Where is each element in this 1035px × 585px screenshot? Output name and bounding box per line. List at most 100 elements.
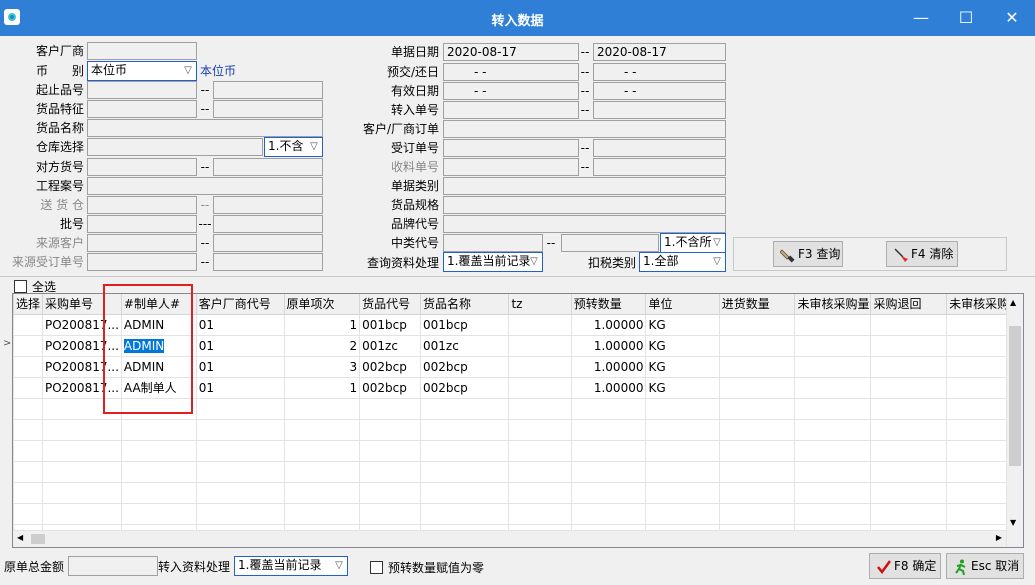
table-row[interactable]: PO200817... AA制单人 01 1 002bcp 002bcp 1.0… xyxy=(13,376,1023,399)
customer-cell[interactable]: 01 xyxy=(195,313,285,336)
table-row[interactable] xyxy=(13,418,1023,441)
counter-item-to[interactable] xyxy=(213,158,323,176)
cell[interactable] xyxy=(718,334,796,357)
item-name-cell[interactable]: 001zc xyxy=(420,334,510,357)
select-all-checkbox[interactable] xyxy=(14,280,27,293)
tz-cell[interactable] xyxy=(508,376,572,399)
scroll-left-icon[interactable]: ◀ xyxy=(17,533,23,542)
currency-select[interactable]: 本位币 ▽ xyxy=(87,61,197,81)
select-cell[interactable] xyxy=(13,376,43,399)
source-customer-to[interactable] xyxy=(213,234,323,252)
source-order-to[interactable] xyxy=(213,253,323,271)
horizontal-scrollbar[interactable]: ◀ ▶ xyxy=(13,530,1006,547)
maker-cell[interactable]: ADMIN xyxy=(120,355,197,378)
customer-cell[interactable]: 01 xyxy=(195,355,285,378)
item-feature-from[interactable] xyxy=(87,100,197,118)
cell[interactable] xyxy=(718,355,796,378)
doc-date-from[interactable]: 2020-08-17 xyxy=(443,43,579,61)
item-code-cell[interactable]: 002bcp xyxy=(359,376,422,399)
start-item-from[interactable] xyxy=(87,81,197,99)
scroll-up-icon[interactable]: ▲ xyxy=(1010,298,1016,307)
table-row[interactable]: PO200817... ADMIN 01 2 001zc 001zc 1.000… xyxy=(13,334,1023,357)
query-proc-select[interactable]: 1.覆盖当前记录 ▽ xyxy=(443,252,543,272)
tz-cell[interactable] xyxy=(508,355,572,378)
doc-type-field[interactable] xyxy=(443,177,726,195)
col-header[interactable]: 未审核采购量 xyxy=(794,294,872,315)
ship-warehouse-from[interactable] xyxy=(87,196,197,214)
transfer-no-to[interactable] xyxy=(593,101,726,119)
clear-button[interactable]: F4 清除 xyxy=(886,241,958,267)
confirm-button[interactable]: F8 确定 xyxy=(869,553,941,579)
close-button[interactable]: ✕ xyxy=(989,0,1035,36)
seq-cell[interactable]: 2 xyxy=(283,334,361,357)
sales-order-from[interactable] xyxy=(443,139,579,157)
delivery-date-from[interactable]: - - xyxy=(443,63,579,81)
cell[interactable] xyxy=(870,334,948,357)
scroll-right-icon[interactable]: ▶ xyxy=(996,533,1002,542)
maker-cell[interactable]: ADMIN xyxy=(120,313,197,336)
transfer-no-from[interactable] xyxy=(443,101,579,119)
unit-cell[interactable]: KG xyxy=(645,313,720,336)
category-to[interactable] xyxy=(561,234,659,252)
maker-cell[interactable]: AA制单人 xyxy=(120,376,197,399)
customer-field[interactable] xyxy=(87,42,197,60)
unit-cell[interactable]: KG xyxy=(645,334,720,357)
zero-qty-checkbox[interactable] xyxy=(370,561,383,574)
item-name-field[interactable] xyxy=(87,119,323,137)
qty-cell[interactable]: 1.00000 xyxy=(570,376,647,399)
col-header[interactable]: 预转数量 xyxy=(570,294,647,315)
customer-order-field[interactable] xyxy=(443,120,726,138)
spec-field[interactable] xyxy=(443,196,726,214)
col-header[interactable]: 原单项次 xyxy=(283,294,361,315)
seq-cell[interactable]: 1 xyxy=(283,376,361,399)
table-row[interactable] xyxy=(13,439,1023,462)
warehouse-field[interactable] xyxy=(87,138,263,156)
cell[interactable] xyxy=(794,313,872,336)
valid-date-from[interactable]: - - xyxy=(443,82,579,100)
seq-cell[interactable]: 1 xyxy=(283,313,361,336)
col-header[interactable]: 货品代号 xyxy=(359,294,422,315)
col-header[interactable]: 单位 xyxy=(645,294,720,315)
item-name-cell[interactable]: 002bcp xyxy=(420,376,510,399)
tz-cell[interactable] xyxy=(508,313,572,336)
seq-cell[interactable]: 3 xyxy=(283,355,361,378)
item-feature-to[interactable] xyxy=(213,100,323,118)
maker-selected-text[interactable]: ADMIN xyxy=(123,338,165,353)
table-row[interactable]: PO200817... ADMIN 01 3 002bcp 002bcp 1.0… xyxy=(13,355,1023,378)
valid-date-to[interactable]: - - xyxy=(593,82,726,100)
unit-cell[interactable]: KG xyxy=(645,355,720,378)
col-header[interactable]: 采购单号 xyxy=(41,294,122,315)
col-header[interactable]: 选择 xyxy=(13,294,43,315)
cell[interactable] xyxy=(718,376,796,399)
start-item-to[interactable] xyxy=(213,81,323,99)
scroll-thumb[interactable] xyxy=(1009,326,1021,466)
qty-cell[interactable]: 1.00000 xyxy=(570,313,647,336)
vertical-scrollbar[interactable]: ▲ ▼ xyxy=(1006,294,1023,547)
delivery-date-to[interactable]: - - xyxy=(593,63,726,81)
po-cell[interactable]: PO200817... xyxy=(41,355,122,378)
table-row[interactable] xyxy=(13,397,1023,420)
item-name-cell[interactable]: 002bcp xyxy=(420,355,510,378)
col-header[interactable]: 采购退回 xyxy=(870,294,948,315)
tax-select[interactable]: 1.全部 ▽ xyxy=(639,252,726,272)
po-cell[interactable]: PO200817... xyxy=(41,313,122,336)
table-row[interactable] xyxy=(13,502,1023,525)
customer-cell[interactable]: 01 xyxy=(195,334,285,357)
table-row[interactable]: PO200817... ADMIN 01 1 001bcp 001bcp 1.0… xyxy=(13,313,1023,336)
hscroll-thumb[interactable] xyxy=(31,534,45,544)
cancel-button[interactable]: Esc 取消 xyxy=(946,553,1024,579)
doc-date-to[interactable]: 2020-08-17 xyxy=(593,43,726,61)
unit-cell[interactable]: KG xyxy=(645,376,720,399)
source-order-from[interactable] xyxy=(87,253,197,271)
minimize-button[interactable]: — xyxy=(898,0,944,36)
po-cell[interactable]: PO200817... xyxy=(41,376,122,399)
maker-cell[interactable]: ADMIN xyxy=(120,334,197,357)
data-grid[interactable]: 选择 采购单号 #制单人# 客户厂商代号 原单项次 货品代号 货品名称 tz 预… xyxy=(12,293,1024,548)
col-header[interactable]: 客户厂商代号 xyxy=(195,294,285,315)
col-header[interactable]: tz xyxy=(508,294,572,315)
cell[interactable] xyxy=(718,313,796,336)
category-from[interactable] xyxy=(443,234,543,252)
sales-order-to[interactable] xyxy=(593,139,726,157)
qty-cell[interactable]: 1.00000 xyxy=(570,334,647,357)
receipt-no-from[interactable] xyxy=(443,158,579,176)
